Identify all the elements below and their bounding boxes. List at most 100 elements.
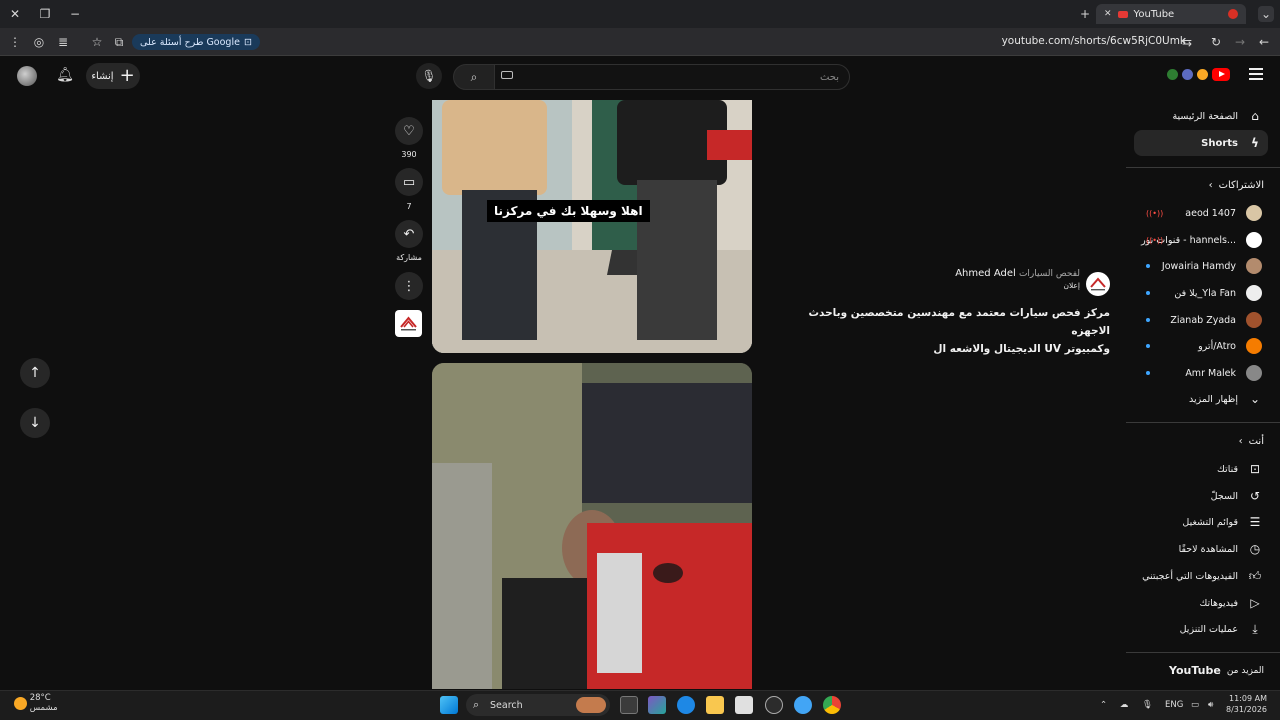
search-input[interactable]: بحث	[494, 64, 850, 90]
search-button[interactable]: ⌕	[453, 64, 495, 90]
show-more-button[interactable]: إظهار المزيد ⌄	[1136, 386, 1268, 412]
cast-icon[interactable]: ⧉	[112, 34, 126, 50]
you-section-header[interactable]: ‹ أنت	[1239, 436, 1264, 447]
search-icon: ⌕	[470, 69, 478, 84]
keyboard-icon[interactable]	[501, 71, 513, 79]
subscription-item[interactable]: Jowairia Hamdy	[1136, 253, 1268, 279]
shorts-icon: ϟ	[1251, 136, 1259, 150]
url-text[interactable]: youtube.com/shorts/6cw5RjC0Umk	[1002, 35, 1186, 47]
sidebar-item-home[interactable]: الصفحة الرئيسية ⌂	[1136, 103, 1268, 129]
next-short-frame	[432, 363, 752, 689]
comments-button[interactable]: ▭	[395, 168, 423, 196]
sidebar-divider	[1126, 167, 1280, 168]
notifications-bell-icon[interactable]: 🔔︎	[56, 66, 74, 84]
profile-icon[interactable]: ◎	[32, 34, 46, 50]
like-count: 390	[401, 150, 417, 159]
sidebar-item-your-videos[interactable]: فيديوهاتك ▷	[1136, 590, 1268, 616]
sun-icon	[14, 696, 27, 710]
google-lens-badge[interactable]: طرح أسئلة على Google ⊡	[132, 34, 260, 50]
browser-menu-icon[interactable]: ⋮	[8, 34, 22, 50]
sidebar-item-playlists[interactable]: قوائم التشغيل ☰	[1136, 509, 1268, 535]
channel-name[interactable]: Ahmed Adel	[955, 268, 1016, 279]
short-video-player[interactable]	[432, 100, 752, 353]
telegram-icon[interactable]	[794, 696, 812, 714]
forward-icon[interactable]: →	[1233, 34, 1247, 50]
doodle-ball-icon	[1182, 69, 1193, 80]
sidebar-item-shorts[interactable]: Shorts ϟ	[1134, 130, 1268, 156]
task-view-icon[interactable]	[620, 696, 638, 714]
browser-tab[interactable]: ✕ YouTube	[1096, 4, 1246, 24]
new-content-dot-icon	[1146, 371, 1150, 375]
subscription-item[interactable]: أترو/Atro	[1136, 333, 1268, 359]
like-button[interactable]: ♡	[395, 117, 423, 145]
reading-mode-icon[interactable]: ≣	[56, 34, 70, 50]
voice-search-mic-icon[interactable]: 🎙︎	[416, 63, 442, 89]
sidebar-item-watch-later[interactable]: المشاهدة لاحقًا ◷	[1136, 536, 1268, 562]
reload-icon[interactable]: ↻	[1209, 34, 1223, 50]
more-from-prefix: المزيد من	[1226, 665, 1264, 676]
youtube-logo[interactable]	[1167, 68, 1230, 81]
file-explorer-icon[interactable]	[706, 696, 724, 714]
previous-short-button[interactable]: ↑	[20, 358, 50, 388]
tray-overflow-icon[interactable]: ⌃	[1100, 700, 1107, 710]
subscriptions-title: الاشتراكات	[1218, 180, 1264, 191]
short-video-frame	[432, 100, 752, 353]
hamburger-menu-icon[interactable]	[1249, 68, 1263, 80]
new-tab-icon[interactable]: +	[1078, 7, 1092, 21]
volume-icon[interactable]: 🔊︎	[1208, 700, 1213, 710]
back-icon[interactable]: ←	[1257, 34, 1271, 50]
short-info-panel: Ahmed Adel لفحص السيارات إعلان مركز فحص …	[800, 268, 1111, 358]
more-vert-icon: ⋮	[402, 278, 416, 294]
subscription-name: يلا فن_Yla Fan	[1174, 287, 1236, 299]
subscription-item[interactable]: Amr Malek	[1136, 360, 1268, 386]
subscriptions-header[interactable]: ‹ الاشتراكات	[1209, 180, 1264, 191]
next-short-preview[interactable]	[432, 363, 752, 689]
close-window-icon[interactable]: ✕	[8, 7, 22, 21]
comment-icon: ▭	[402, 174, 416, 190]
input-language[interactable]: ENG	[1165, 700, 1183, 710]
subscription-item[interactable]: يلا فن_Yla Fan	[1136, 280, 1268, 306]
network-icon[interactable]: ▭	[1191, 700, 1199, 710]
tab-search-icon[interactable]: ⌄	[1258, 6, 1274, 22]
subscription-item[interactable]: Zianab Zyada	[1136, 307, 1268, 333]
site-settings-icon[interactable]: ⇆	[1180, 34, 1194, 50]
subscription-name: Amr Malek	[1185, 367, 1236, 379]
subscription-name: Zianab Zyada	[1170, 314, 1236, 326]
create-button[interactable]: إنشاء +	[86, 63, 140, 89]
sidebar-item-history[interactable]: السجلّ ↺	[1136, 483, 1268, 509]
store-icon[interactable]	[735, 696, 753, 714]
system-clock[interactable]: 11:09 AM 8/31/2026	[1226, 693, 1267, 715]
share-label: مشاركة	[396, 253, 422, 262]
sidebar-item-liked-videos[interactable]: الفيديوهات التي أعجبتني 👍︎	[1136, 563, 1268, 589]
weather-description: مشمس	[29, 703, 58, 713]
windows-start-icon[interactable]	[440, 696, 458, 714]
account-avatar[interactable]	[17, 66, 37, 86]
close-tab-icon[interactable]: ✕	[1104, 9, 1112, 19]
youtube-favicon-icon	[1117, 10, 1128, 18]
next-short-button[interactable]: ↓	[20, 408, 50, 438]
you-section-title: أنت	[1248, 436, 1264, 447]
sidebar-item-downloads[interactable]: عمليات التنزيل ⤓	[1136, 616, 1268, 642]
channel-thumbnail[interactable]	[395, 310, 422, 337]
chatgpt-icon[interactable]	[765, 696, 783, 714]
restore-window-icon[interactable]: ❐	[38, 7, 52, 21]
sidebar-item-label: Shorts	[1201, 137, 1238, 149]
onedrive-icon[interactable]: ☁	[1120, 700, 1129, 710]
clock-date: 8/31/2026	[1226, 705, 1268, 714]
sidebar-divider	[1126, 652, 1280, 653]
sidebar-item-your-channel[interactable]: قناتك ⊡	[1136, 456, 1268, 482]
edge-icon[interactable]	[677, 696, 695, 714]
bookmark-star-icon[interactable]: ☆	[90, 34, 104, 50]
chrome-icon[interactable]	[823, 696, 841, 714]
copilot-icon[interactable]	[648, 696, 666, 714]
microphone-tray-icon[interactable]: 🎙︎	[1142, 700, 1153, 710]
share-button[interactable]: ↶	[395, 220, 423, 248]
minimize-window-icon[interactable]: −	[68, 7, 82, 21]
weather-widget[interactable]: 28°C مشمس	[14, 693, 58, 713]
subscription-item[interactable]: ((•)) aeod 1407	[1136, 200, 1268, 226]
more-actions-button[interactable]: ⋮	[395, 272, 423, 300]
chevron-down-icon: ⌄	[1249, 392, 1261, 406]
channel-name-row[interactable]: Ahmed Adel لفحص السيارات	[800, 268, 1080, 279]
subscription-item[interactable]: ((•)) قنوات نور - hannels...	[1136, 227, 1268, 253]
taskbar-search[interactable]: ⌕ Search	[466, 694, 610, 716]
